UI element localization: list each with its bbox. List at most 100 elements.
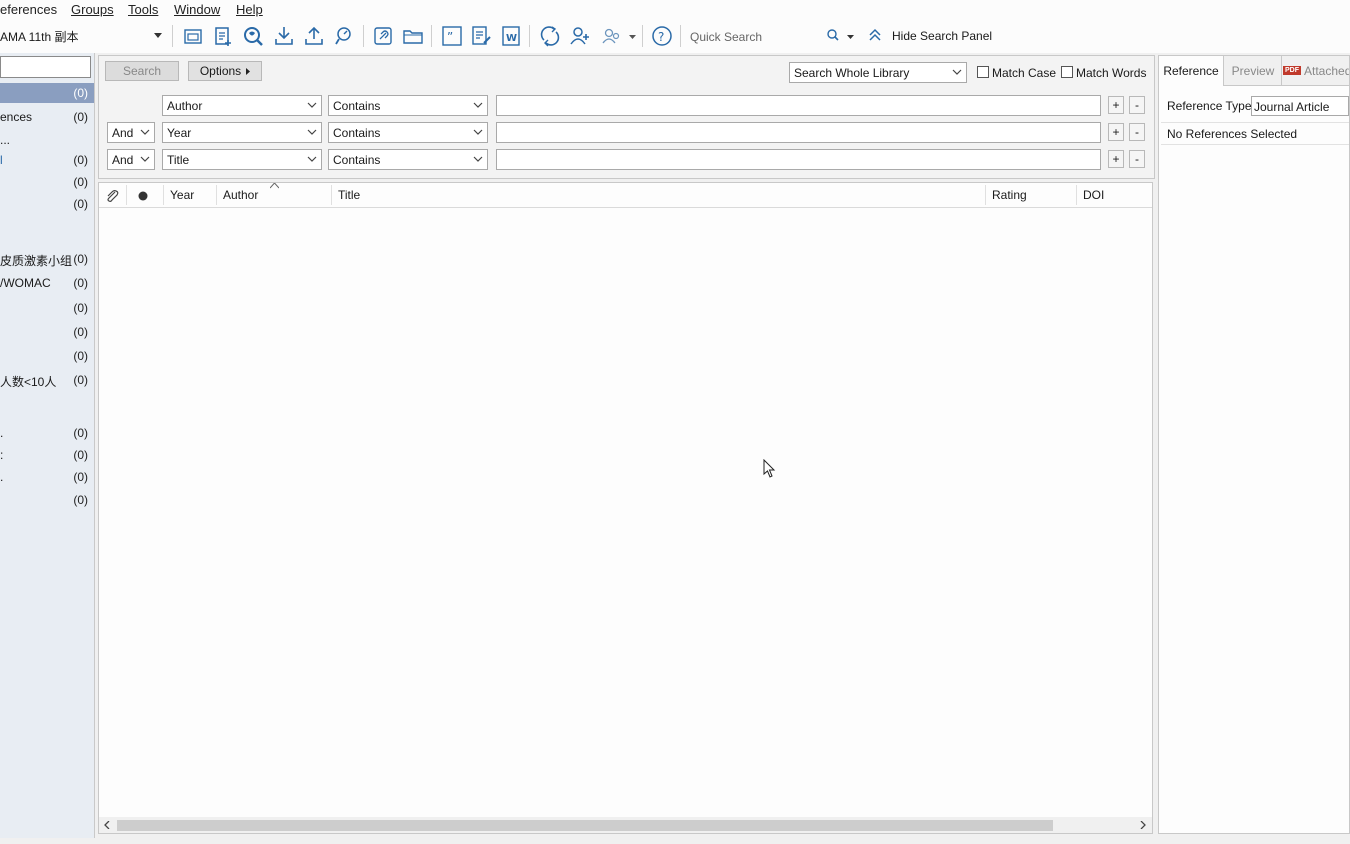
group-item[interactable]: (0) bbox=[0, 83, 94, 103]
new-group-icon[interactable] bbox=[181, 24, 205, 48]
search-field-dropdown[interactable]: Year bbox=[162, 122, 322, 143]
word-format-icon[interactable]: W bbox=[499, 24, 523, 48]
tab-attached[interactable]: PDF Attached bbox=[1283, 56, 1349, 85]
connector-value: And bbox=[112, 126, 134, 140]
new-reference-icon[interactable] bbox=[211, 24, 235, 48]
group-count: (0) bbox=[73, 470, 88, 484]
group-item[interactable]: (0) bbox=[0, 194, 94, 214]
group-name: 皮质激素小组 bbox=[0, 254, 73, 268]
group-item[interactable]: /WOMAC (0) bbox=[0, 273, 94, 293]
group-item[interactable]: . (0) bbox=[0, 467, 94, 487]
online-search-icon[interactable] bbox=[241, 24, 265, 48]
group-count: (0) bbox=[73, 493, 88, 507]
search-field-dropdown[interactable]: Author bbox=[162, 95, 322, 116]
menu-tools[interactable]: Tools bbox=[128, 2, 158, 17]
read-status-dot-icon[interactable] bbox=[138, 191, 148, 201]
menu-references[interactable]: eferences bbox=[0, 2, 57, 17]
group-item[interactable]: . (0) bbox=[0, 423, 94, 443]
group-item[interactable]: 人数<10人 (0) bbox=[0, 370, 94, 390]
match-words-checkbox[interactable] bbox=[1061, 66, 1073, 78]
connector-dropdown[interactable]: And bbox=[107, 122, 155, 143]
group-count: (0) bbox=[73, 197, 88, 211]
column-doi[interactable]: DOI bbox=[1083, 188, 1104, 202]
group-count: (0) bbox=[73, 373, 88, 387]
group-item[interactable]: (0) bbox=[0, 490, 94, 510]
insert-citation-icon[interactable]: ” bbox=[440, 24, 464, 48]
group-name: ... bbox=[0, 133, 11, 147]
scrollbar-thumb[interactable] bbox=[117, 820, 1053, 831]
output-style-dropdown[interactable]: AMA 11th 副本 bbox=[0, 26, 166, 46]
reference-type-label: Reference Type: bbox=[1167, 99, 1255, 113]
group-item[interactable]: ences (0) bbox=[0, 107, 94, 127]
group-item[interactable]: (0) bbox=[0, 298, 94, 318]
group-item[interactable]: ... bbox=[0, 130, 94, 150]
add-search-row-button[interactable]: + bbox=[1108, 150, 1124, 168]
quick-search-input[interactable]: Quick Search bbox=[685, 26, 825, 46]
scroll-left-icon[interactable] bbox=[104, 821, 110, 829]
search-panel: Search Options Search Whole Library Matc… bbox=[98, 55, 1155, 179]
toolbar: AMA 11th 副本 ” W ? Quick Search Hide Sear… bbox=[0, 20, 1350, 53]
edit-citation-icon[interactable] bbox=[469, 24, 493, 48]
search-field-dropdown[interactable]: Title bbox=[162, 149, 322, 170]
tab-reference[interactable]: Reference bbox=[1159, 56, 1224, 86]
pdf-icon: PDF bbox=[1283, 66, 1301, 75]
group-item[interactable]: (0) bbox=[0, 172, 94, 192]
hide-search-panel-button[interactable]: Hide Search Panel bbox=[868, 27, 998, 45]
search-scope-dropdown[interactable]: Search Whole Library bbox=[789, 62, 967, 83]
export-icon[interactable] bbox=[302, 24, 326, 48]
options-button[interactable]: Options bbox=[188, 61, 262, 81]
toolbar-separator bbox=[529, 25, 530, 47]
svg-text:?: ? bbox=[658, 30, 664, 44]
remove-search-row-button[interactable]: - bbox=[1129, 96, 1145, 114]
scroll-right-icon[interactable] bbox=[1140, 821, 1146, 829]
search-operator-dropdown[interactable]: Contains bbox=[328, 149, 488, 170]
group-item[interactable]: : (0) bbox=[0, 445, 94, 465]
menu-window[interactable]: Window bbox=[174, 2, 220, 17]
column-divider bbox=[331, 185, 332, 205]
search-options-arrow-icon[interactable] bbox=[847, 35, 854, 40]
group-item[interactable]: (0) bbox=[0, 322, 94, 342]
sync-icon[interactable] bbox=[538, 24, 562, 48]
horizontal-scrollbar[interactable] bbox=[99, 817, 1152, 833]
add-search-row-button[interactable]: + bbox=[1108, 123, 1124, 141]
groups-search-input[interactable] bbox=[0, 56, 91, 78]
help-icon[interactable]: ? bbox=[650, 24, 674, 48]
column-title[interactable]: Title bbox=[338, 188, 360, 202]
group-count: (0) bbox=[73, 252, 88, 266]
remove-search-row-button[interactable]: - bbox=[1129, 123, 1145, 141]
search-button[interactable]: Search bbox=[105, 61, 179, 81]
match-case-checkbox[interactable] bbox=[977, 66, 989, 78]
search-operator-dropdown[interactable]: Contains bbox=[328, 122, 488, 143]
shared-groups-icon[interactable] bbox=[600, 24, 624, 48]
group-item[interactable]: 皮质激素小组 (0) bbox=[0, 249, 94, 269]
group-count: (0) bbox=[73, 175, 88, 189]
reference-type-dropdown[interactable]: Journal Article bbox=[1251, 96, 1349, 116]
search-operator-dropdown[interactable]: Contains bbox=[328, 95, 488, 116]
chevron-down-icon bbox=[140, 156, 150, 162]
find-full-text-icon[interactable] bbox=[332, 24, 356, 48]
group-item[interactable]: (0) bbox=[0, 346, 94, 366]
remove-search-row-button[interactable]: - bbox=[1129, 150, 1145, 168]
dropdown-arrow-icon[interactable] bbox=[629, 35, 636, 40]
column-rating[interactable]: Rating bbox=[992, 188, 1027, 202]
open-link-icon[interactable] bbox=[371, 24, 395, 48]
svg-text:W: W bbox=[506, 33, 517, 44]
column-year[interactable]: Year bbox=[170, 188, 194, 202]
column-author[interactable]: Author bbox=[223, 188, 258, 202]
group-item[interactable]: l (0) bbox=[0, 150, 94, 170]
connector-value: And bbox=[112, 153, 134, 167]
svg-text:”: ” bbox=[447, 30, 453, 44]
attachment-icon[interactable] bbox=[105, 188, 119, 203]
share-library-icon[interactable] bbox=[568, 24, 592, 48]
tab-preview[interactable]: Preview bbox=[1225, 56, 1282, 85]
import-icon[interactable] bbox=[272, 24, 296, 48]
connector-dropdown[interactable]: And bbox=[107, 149, 155, 170]
search-term-input[interactable] bbox=[496, 122, 1101, 143]
menu-help[interactable]: Help bbox=[236, 2, 263, 17]
open-file-icon[interactable] bbox=[401, 24, 425, 48]
add-search-row-button[interactable]: + bbox=[1108, 96, 1124, 114]
search-term-input[interactable] bbox=[496, 149, 1101, 170]
search-icon[interactable] bbox=[827, 29, 839, 41]
menu-groups[interactable]: Groups bbox=[71, 2, 114, 17]
search-term-input[interactable] bbox=[496, 95, 1101, 116]
